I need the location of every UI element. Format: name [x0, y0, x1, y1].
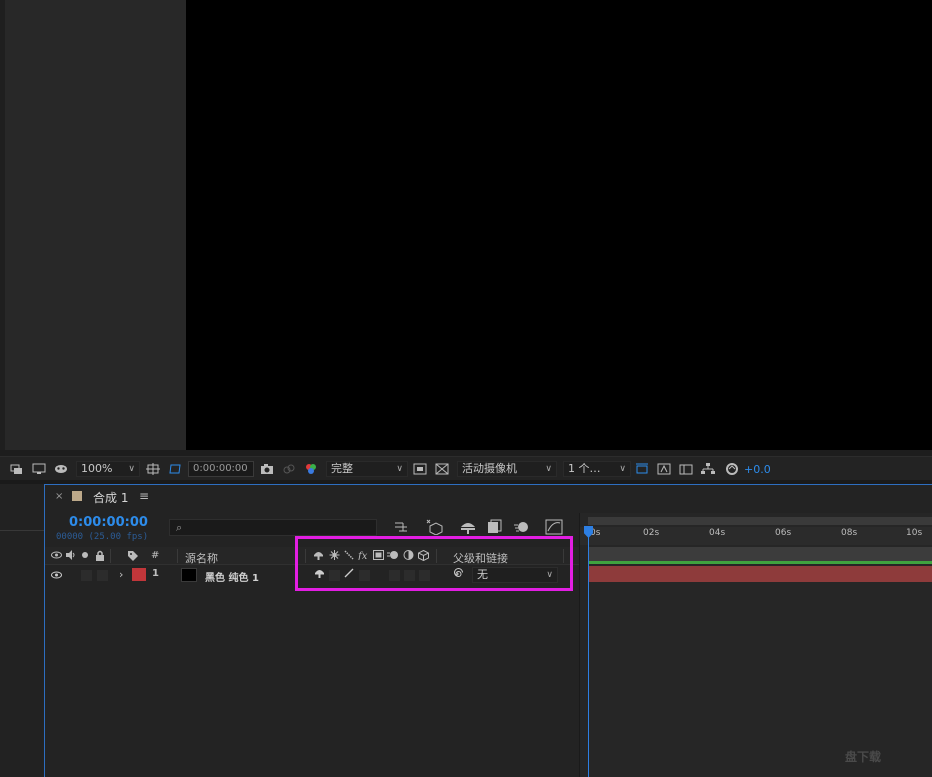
- layer-number-header: #: [151, 550, 160, 561]
- composition-color-swatch: [72, 491, 82, 501]
- search-icon: ⌕: [176, 521, 183, 534]
- timeline-panel: × 合成 1 ≡ 0:00:00:00 00000 (25.00 fps) ⌕: [44, 484, 932, 777]
- time-navigator[interactable]: [588, 517, 932, 525]
- transparency-grid-icon[interactable]: [435, 461, 449, 477]
- viewer-toolbar: 100% ∨ 0:00:00:00 完整 ∨ 活动摄像机 ∨ 1 个… ∨ +0…: [0, 456, 932, 480]
- chevron-down-icon: ∨: [619, 464, 626, 474]
- layer-search-input[interactable]: ⌕: [169, 519, 377, 536]
- channels-icon[interactable]: [304, 461, 318, 477]
- layer-name[interactable]: 黑色 纯色 1: [205, 569, 259, 584]
- switches-highlight-box: [295, 536, 573, 591]
- chevron-down-icon: ∨: [396, 464, 403, 474]
- source-name-header[interactable]: 源名称: [185, 550, 218, 566]
- grid-icon[interactable]: [146, 461, 160, 477]
- hide-shy-layers-icon[interactable]: [459, 519, 477, 537]
- ruler-label: 08s: [841, 528, 858, 538]
- label-tag-icon[interactable]: [127, 550, 139, 564]
- project-panel: [0, 0, 186, 456]
- solo-icon[interactable]: [81, 550, 89, 563]
- chevron-down-icon: ∨: [128, 464, 135, 474]
- ruler-label: 06s: [775, 528, 792, 538]
- zoom-dropdown[interactable]: 100% ∨: [76, 461, 140, 477]
- camera-snapshot-icon[interactable]: [260, 461, 274, 477]
- ruler-label: 10s: [906, 528, 923, 538]
- fast-draft-icon[interactable]: [657, 461, 671, 477]
- layer-duration-bar[interactable]: [588, 566, 932, 582]
- views-layout-dropdown[interactable]: 1 个… ∨: [563, 461, 631, 477]
- ruler-label: 04s: [709, 528, 726, 538]
- frame-rate-info: 00000 (25.00 fps): [56, 532, 149, 542]
- timeline-tab[interactable]: × 合成 1 ≡: [45, 485, 932, 509]
- timeline-graph-area[interactable]: 0s 02s 04s 06s 08s 10s: [579, 513, 932, 777]
- viewer-timecode[interactable]: 0:00:00:00: [188, 461, 254, 477]
- watermark-text: 盘下载: [845, 750, 882, 764]
- exposure-value[interactable]: +0.0: [744, 461, 771, 477]
- motion-blur-icon[interactable]: [513, 519, 529, 537]
- comp-mini-flowchart-icon[interactable]: [393, 519, 409, 537]
- playhead-line: [588, 527, 589, 777]
- roi-icon[interactable]: [168, 461, 182, 477]
- monitor-icon[interactable]: [32, 461, 46, 477]
- views-layout-value: 1 个…: [568, 462, 601, 475]
- eye-icon[interactable]: [51, 550, 62, 563]
- graph-editor-icon[interactable]: [545, 519, 563, 537]
- time-ruler[interactable]: 0s 02s 04s 06s 08s 10s: [580, 527, 932, 545]
- show-snapshot-icon[interactable]: [282, 461, 296, 477]
- always-preview-icon[interactable]: [10, 461, 24, 477]
- lock-toggle[interactable]: [97, 570, 108, 581]
- toggle-pixel-aspect-icon[interactable]: [635, 461, 649, 477]
- speaker-icon[interactable]: [65, 550, 76, 563]
- ruler-label: 02s: [643, 528, 660, 538]
- left-dock-panel: [0, 484, 44, 777]
- frame-blending-icon[interactable]: [487, 519, 503, 537]
- exposure-reset-icon[interactable]: [725, 461, 739, 477]
- work-area-bar[interactable]: [588, 547, 932, 561]
- chevron-down-icon: ∨: [545, 464, 552, 474]
- close-icon[interactable]: ×: [55, 491, 63, 502]
- resolution-value: 完整: [331, 462, 353, 475]
- panel-menu-icon[interactable]: ≡: [139, 489, 149, 503]
- layer-label-color[interactable]: [132, 568, 146, 581]
- composition-viewer[interactable]: [186, 0, 932, 456]
- render-cache-indicator: [588, 561, 932, 564]
- solo-toggle[interactable]: [81, 570, 92, 581]
- viewer-timecode-value: 0:00:00:00: [193, 463, 248, 474]
- mask-icon[interactable]: [54, 461, 68, 477]
- draft-3d-icon[interactable]: [425, 519, 443, 537]
- tab-title[interactable]: 合成 1: [93, 489, 128, 506]
- camera-view-dropdown[interactable]: 活动摄像机 ∨: [457, 461, 557, 477]
- chevron-right-icon[interactable]: ›: [119, 568, 123, 581]
- flowchart-icon[interactable]: [701, 461, 715, 477]
- solid-thumbnail: [181, 568, 197, 582]
- lock-icon[interactable]: [95, 550, 105, 564]
- layer-index: 1: [152, 568, 159, 579]
- timeline-toggle-icon[interactable]: [679, 461, 693, 477]
- camera-view-value: 活动摄像机: [462, 462, 517, 475]
- resolution-dropdown[interactable]: 完整 ∨: [326, 461, 408, 477]
- zoom-value: 100%: [81, 462, 113, 475]
- current-time-display[interactable]: 0:00:00:00: [69, 515, 148, 530]
- fast-preview-icon[interactable]: [413, 461, 427, 477]
- visibility-eye-icon[interactable]: [51, 570, 62, 583]
